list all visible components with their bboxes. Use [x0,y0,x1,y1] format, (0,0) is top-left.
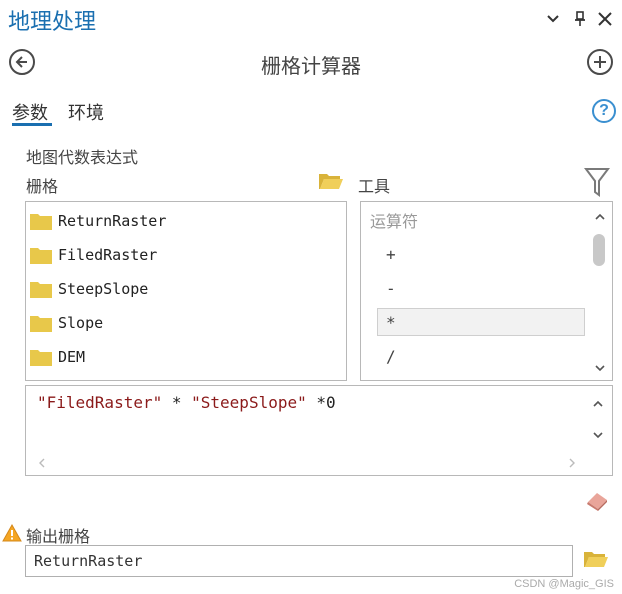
expression-raster-2: "SteepSlope" [191,393,307,412]
expression-scroll-up[interactable] [589,395,607,411]
tool-title: 栅格计算器 [261,56,361,78]
plus-icon [594,56,606,68]
help-button[interactable]: ? [592,99,616,123]
operator-item-minus[interactable]: - [377,274,585,302]
filter-button[interactable] [584,166,610,198]
warning-icon [2,523,22,544]
raster-item-filedraster[interactable]: FiledRaster [30,241,360,269]
expression-text[interactable]: "FiledRaster" * "SteepSlope" *0 [37,393,336,412]
raster-item-dem[interactable]: DEM [30,343,360,371]
expression-remainder: *0 [306,393,336,412]
expression-section-label: 地图代数表达式 [26,150,139,167]
raster-icon [30,348,52,366]
raster-item-slope[interactable]: Slope [30,309,360,337]
raster-item-returnraster[interactable]: ReturnRaster [30,207,360,235]
operator-item-label: * [386,312,396,332]
operator-item-plus[interactable]: + [377,240,585,268]
folder-open-icon [584,552,608,567]
tools-label: 工具 [358,179,391,196]
operator-item-divide[interactable]: / [377,342,585,370]
chevron-left-icon [38,458,44,468]
rasters-label: 栅格 [26,179,59,196]
pane-title: 地理处理 [8,9,97,34]
operator-list-header: 运算符 [370,214,419,231]
close-icon [598,12,612,26]
watermark: CSDN @Magic_GIS [514,578,614,590]
pin-button[interactable] [571,10,589,28]
expression-scroll-right[interactable] [563,455,581,471]
chevron-down-icon [547,15,559,23]
raster-item-label: ReturnRaster [58,212,167,230]
chevron-down-icon [593,431,603,438]
close-button[interactable] [596,10,614,28]
scroll-up-button[interactable] [591,208,609,224]
tab-environments[interactable]: 环境 [68,99,104,125]
expression-scroll-left[interactable] [32,455,50,471]
output-raster-input[interactable]: ReturnRaster [25,545,573,577]
raster-item-label: FiledRaster [58,246,158,264]
scroll-down-button[interactable] [591,360,609,376]
raster-icon [30,246,52,264]
raster-item-steepslope[interactable]: SteepSlope [30,275,360,303]
active-tab-indicator [12,123,52,126]
question-icon: ? [599,102,609,119]
clear-expression-button[interactable] [584,488,610,512]
raster-item-label: SteepSlope [58,280,149,298]
pane-options-button[interactable] [544,10,562,28]
raster-item-label: Slope [58,314,104,332]
eraser-icon [587,493,607,511]
operator-list[interactable]: 运算符 + - * / [360,201,613,381]
expression-editor[interactable]: "FiledRaster" * "SteepSlope" *0 [25,385,613,476]
operator-item-label: + [386,244,396,264]
raster-icon [30,280,52,298]
chevron-up-icon [593,400,603,407]
browse-rasters-button[interactable] [318,171,344,193]
browse-output-button[interactable] [583,549,611,571]
raster-item-label: DEM [58,348,86,366]
raster-list[interactable]: ReturnRaster FiledRaster SteepSlope Slop… [25,201,347,381]
raster-icon [30,314,52,332]
add-button[interactable] [587,49,613,75]
expression-scroll-down[interactable] [589,427,607,443]
folder-open-icon [319,174,343,189]
expression-raster-1: "FiledRaster" [37,393,163,412]
raster-icon [30,212,52,230]
output-raster-value: ReturnRaster [34,552,143,570]
chevron-up-icon [595,213,605,220]
output-raster-label: 输出栅格 [26,529,91,546]
operator-item-label: / [386,346,396,366]
operator-item-label: - [386,278,396,298]
funnel-icon [584,168,610,197]
expression-operator: * [162,393,192,412]
scrollbar-thumb[interactable] [593,234,605,266]
pin-icon [575,11,585,26]
chevron-right-icon [569,458,575,468]
operator-item-multiply[interactable]: * [377,308,585,336]
tab-parameters[interactable]: 参数 [12,99,48,125]
chevron-down-icon [595,364,605,371]
